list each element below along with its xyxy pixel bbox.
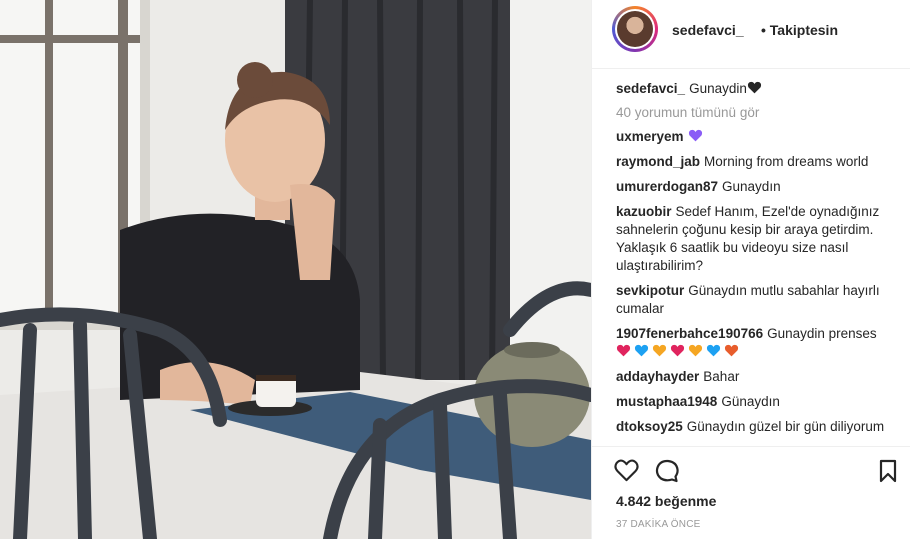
comment-username[interactable]: 1907fenerbahce190766	[616, 326, 763, 341]
comment-item: sevkipotur Günaydın mutlu sabahlar hayırl…	[616, 282, 886, 318]
comments-list: sedefavci_ Gunaydin 40 yorumun tümünü gör…	[616, 80, 886, 446]
heart-emoji-icon	[634, 344, 649, 357]
caption-text: Gunaydin	[689, 81, 747, 96]
comment-username[interactable]: uxmeryem	[616, 129, 684, 144]
black-heart-icon	[747, 81, 761, 94]
comment-item: mustaphaa1948 Günaydın	[616, 393, 886, 411]
comment-text: Günaydın	[721, 394, 780, 409]
heart-emoji-icon	[652, 344, 667, 357]
heart-emoji-icon	[706, 344, 721, 357]
purple-heart-icon	[688, 129, 702, 142]
heart-emoji-icon	[670, 344, 685, 357]
comment-username[interactable]: mustaphaa1948	[616, 394, 717, 409]
post-timestamp: 37 DAKİKA ÖNCE	[616, 519, 701, 530]
comment-text: Günaydın güzel bir gün diliyorum	[686, 419, 885, 434]
heart-emoji-icon	[724, 344, 739, 357]
comment-text: Bahar	[703, 369, 740, 384]
post-actions: 4.842 beğenme 37 DAKİKA ÖNCE	[592, 446, 910, 540]
post-sidebar: sedefavci_ • Takiptesin sedefavci_ Gunayd…	[592, 0, 910, 539]
comment-icon[interactable]	[655, 459, 679, 483]
avatar[interactable]	[612, 6, 658, 52]
post-header: sedefavci_ • Takiptesin	[592, 0, 910, 69]
photo-illustration	[0, 0, 591, 539]
comment-username[interactable]: addayhayder	[616, 369, 699, 384]
comment-username[interactable]: umurerdogan87	[616, 179, 718, 194]
comment-username[interactable]: raymond_jab	[616, 154, 700, 169]
heart-emoji-icon	[688, 344, 703, 357]
view-all-comments-link[interactable]: 40 yorumun tümünü gör	[616, 105, 886, 120]
comment-item: addayhayder Bahar	[616, 368, 886, 386]
post-photo[interactable]	[0, 0, 591, 539]
follow-status[interactable]: • Takiptesin	[761, 22, 838, 38]
comment-item: raymond_jab Morning from dreams world	[616, 153, 886, 171]
caption-username[interactable]: sedefavci_	[616, 81, 685, 96]
header-username[interactable]: sedefavci_	[672, 22, 744, 38]
comment-username[interactable]: dtoksoy25	[616, 419, 683, 434]
likes-count[interactable]: 4.842 beğenme	[616, 493, 716, 509]
heart-emoji-row	[616, 344, 742, 359]
comment-item: uxmeryem	[616, 128, 886, 146]
comment-username[interactable]: kazuobir	[616, 204, 672, 219]
comment-item: umurerdogan87 Gunaydın	[616, 178, 886, 196]
heart-icon[interactable]	[614, 459, 639, 482]
bookmark-icon[interactable]	[879, 459, 897, 483]
comment-username[interactable]: sevkipotur	[616, 283, 684, 298]
heart-emoji-icon	[616, 344, 631, 357]
comment-item: 1907fenerbahce190766 Gunaydin prenses	[616, 325, 886, 361]
comment-text: Gunaydın	[722, 179, 781, 194]
caption: sedefavci_ Gunaydin	[616, 80, 886, 98]
comment-text: Morning from dreams world	[704, 154, 869, 169]
comment-text: Gunaydin prenses	[767, 326, 877, 341]
comment-item: kazuobir Sedef Hanım, Ezel'de oynadığınız…	[616, 203, 886, 275]
comment-item: dtoksoy25 Günaydın güzel bir gün diliyoru…	[616, 418, 886, 436]
